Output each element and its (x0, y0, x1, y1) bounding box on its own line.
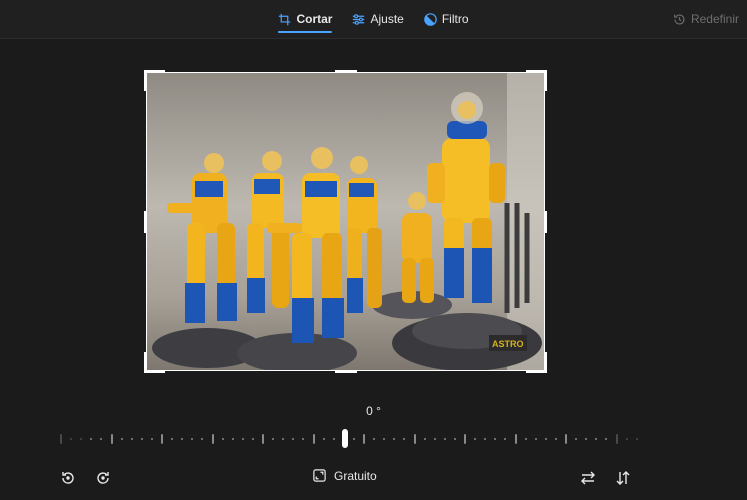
rotation-tick (181, 438, 184, 440)
rotation-tick (60, 434, 62, 444)
flip-horizontal-button[interactable] (576, 466, 600, 490)
rotation-tick (464, 434, 466, 444)
rotation-tick (453, 438, 456, 440)
rotation-tick (262, 434, 264, 444)
rotation-tick (90, 438, 93, 440)
crop-handle-top[interactable] (334, 70, 357, 73)
rotation-tick (595, 438, 598, 440)
edit-tabs: Cortar Ajuste Filtro (0, 0, 747, 38)
rotation-tick (403, 438, 406, 440)
aspect-ratio-button[interactable]: Gratuito (312, 468, 377, 483)
rotation-slider[interactable] (58, 428, 638, 450)
reset-button[interactable]: Redefinir (673, 0, 739, 38)
flip-vertical-button[interactable] (611, 466, 635, 490)
rotation-tick (605, 438, 608, 440)
rotation-tick (140, 438, 143, 440)
rotation-tick (110, 434, 113, 444)
rotation-tick (231, 438, 234, 440)
rotate-right-icon (97, 472, 109, 484)
crop-frame (146, 72, 545, 371)
rotation-tick (393, 438, 396, 440)
rotation-tick (251, 438, 254, 440)
filter-icon (424, 12, 437, 26)
rotation-tick (575, 438, 578, 440)
rotation-tick (413, 434, 416, 444)
reset-label: Redefinir (690, 12, 739, 26)
rotation-tick (565, 434, 567, 444)
rotation-tick (544, 438, 547, 440)
rotation-tick (635, 438, 638, 440)
rotation-tick (433, 438, 436, 440)
rotation-tick (292, 438, 295, 440)
crop-handle-left[interactable] (144, 210, 147, 233)
rotation-tick (423, 438, 426, 440)
bottom-toolbar: Gratuito (0, 466, 747, 494)
rotation-tick (504, 438, 507, 440)
rotation-tick (211, 434, 214, 444)
rotate-right-button[interactable] (91, 466, 115, 490)
rotation-tick (312, 434, 315, 444)
crop-handle-right[interactable] (544, 210, 547, 233)
rotation-tick (272, 438, 275, 440)
flip-vertical-icon (616, 471, 630, 485)
history-icon (674, 13, 685, 25)
rotation-tick (282, 438, 285, 440)
rotation-tick (332, 438, 335, 440)
rotation-tick (221, 438, 224, 440)
rotate-left-button[interactable] (56, 466, 80, 490)
rotation-tick (534, 438, 537, 440)
rotation-tick (120, 438, 123, 440)
rotation-tick (383, 438, 386, 440)
rotation-tick (474, 438, 477, 440)
rotation-tick (201, 438, 204, 440)
tab-crop-label: Cortar (296, 12, 333, 26)
tab-filter-label: Filtro (441, 12, 469, 26)
rotation-tick (554, 438, 557, 440)
rotation-tick (484, 438, 487, 440)
rotation-angle-label: 0 ° (366, 404, 381, 418)
rotation-tick (241, 438, 244, 440)
crop-icon (279, 13, 291, 25)
rotation-tick (615, 434, 618, 444)
rotation-tick (352, 438, 355, 440)
rotation-tick (80, 438, 83, 440)
rotation-tick (171, 438, 174, 440)
flip-horizontal-icon (581, 471, 595, 485)
tab-adjust[interactable]: Ajuste (352, 0, 404, 38)
aspect-ratio-label: Gratuito (334, 468, 377, 483)
rotation-tick (625, 438, 628, 440)
rotation-tick (150, 438, 153, 440)
crop-handle-bottom-left[interactable] (144, 352, 165, 373)
crop-area[interactable]: ASTRO (144, 70, 547, 373)
rotation-tick (130, 438, 133, 440)
rotation-tick (302, 438, 305, 440)
rotation-tick (363, 434, 365, 444)
rotation-tick (443, 438, 446, 440)
sliders-icon (353, 13, 365, 25)
rotate-left-icon (62, 472, 74, 484)
rotation-tick (585, 438, 588, 440)
rotation-tick (100, 438, 103, 440)
rotation-tick (524, 438, 527, 440)
crop-handle-top-left[interactable] (144, 70, 165, 91)
rotation-slider-thumb[interactable] (342, 429, 348, 448)
tab-filter[interactable]: Filtro (424, 0, 469, 38)
rotation-tick (191, 438, 194, 440)
crop-handle-bottom[interactable] (334, 370, 357, 373)
tab-crop[interactable]: Cortar (278, 0, 333, 38)
rotation-tick (373, 438, 376, 440)
rotation-tick (494, 438, 497, 440)
top-toolbar: Cortar Ajuste Filtro Redefinir (0, 0, 747, 39)
rotation-tick (514, 434, 517, 444)
crop-handle-top-right[interactable] (526, 70, 547, 91)
aspect-ratio-icon (313, 469, 326, 482)
crop-handle-bottom-right[interactable] (526, 352, 547, 373)
rotation-tick (322, 438, 325, 440)
rotation-tick (161, 434, 163, 444)
tab-adjust-label: Ajuste (370, 12, 404, 26)
rotation-tick (70, 438, 73, 440)
